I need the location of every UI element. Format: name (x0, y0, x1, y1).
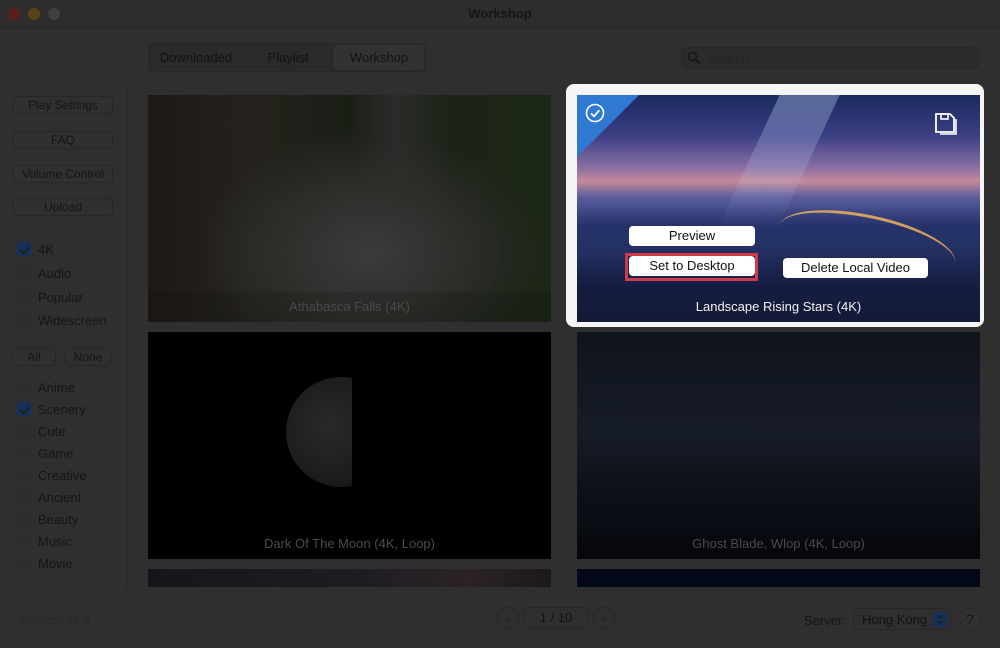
server-label: Server: (804, 613, 846, 628)
category-label: Game (38, 445, 74, 461)
version-label: Version: 15.6 (20, 613, 91, 627)
checkbox-icon (17, 490, 31, 504)
checkbox-icon (17, 556, 31, 570)
page-indicator[interactable]: 1 / 10 (524, 607, 588, 629)
upload-button[interactable]: Upload (13, 198, 113, 216)
tab-downloaded[interactable]: Downloaded (149, 44, 243, 71)
filter-4k-label: 4K (38, 241, 54, 257)
preview-button[interactable]: Preview (629, 226, 755, 246)
category-cute-checkbox[interactable]: Cute (17, 423, 65, 439)
delete-local-video-button[interactable]: Delete Local Video (783, 258, 928, 278)
filter-popular-label: Popular (38, 289, 83, 305)
checkbox-icon (17, 512, 31, 526)
wallpaper-title: Landscape Rising Stars (4K) (577, 292, 980, 322)
category-scenery-checkbox[interactable]: Scenery (17, 401, 86, 417)
filter-widescreen-checkbox[interactable]: Widescreen (17, 312, 107, 328)
checkbox-icon (17, 313, 31, 327)
search-placeholder: Search (708, 51, 750, 66)
select-none-button[interactable]: None (65, 348, 111, 366)
thumbnail-image (286, 377, 352, 487)
previous-page-button[interactable]: « (497, 607, 519, 629)
checkbox-checked-icon (17, 242, 31, 256)
checkbox-icon (17, 266, 31, 280)
server-select[interactable]: Hong Kong (853, 608, 951, 630)
volume-control-button[interactable]: Volume Control (13, 165, 113, 183)
double-chevron-left-icon: « (504, 610, 512, 626)
category-movie-checkbox[interactable]: Movie (17, 555, 73, 571)
checkbox-checked-icon (17, 402, 31, 416)
filter-widescreen-label: Widescreen (38, 312, 107, 328)
wallpaper-card-selected[interactable]: Preview Set to Desktop Delete Local Vide… (577, 95, 980, 322)
double-chevron-right-icon: » (600, 610, 608, 626)
faq-button[interactable]: FAQ (13, 131, 113, 149)
select-all-button[interactable]: All (12, 348, 56, 366)
checkbox-icon (17, 468, 31, 482)
category-game-checkbox[interactable]: Game (17, 445, 73, 461)
category-label: Movie (38, 555, 73, 571)
next-page-button[interactable]: » (593, 607, 615, 629)
filter-audio-checkbox[interactable]: Audio (17, 265, 71, 281)
wallpaper-card-partial[interactable] (577, 569, 980, 587)
sidebar: Play Settings FAQ Volume Control Upload … (0, 86, 128, 591)
wallpaper-card[interactable]: Ghost Blade, Wlop (4K, Loop) (577, 332, 980, 559)
set-to-desktop-button[interactable]: Set to Desktop (629, 256, 755, 276)
category-label: Beauty (38, 511, 79, 527)
save-local-icon[interactable] (934, 111, 960, 137)
tab-workshop[interactable]: Workshop (333, 44, 425, 71)
checkbox-icon (17, 290, 31, 304)
category-ancient-checkbox[interactable]: Ancient (17, 489, 81, 505)
category-label: Scenery (38, 401, 86, 417)
filter-popular-checkbox[interactable]: Popular (17, 289, 83, 305)
tab-playlist[interactable]: Playlist (243, 44, 333, 71)
filter-audio-label: Audio (38, 265, 72, 281)
checkmark-circle-icon (585, 103, 605, 123)
checkbox-icon (17, 446, 31, 460)
updown-chevron-icon (933, 612, 947, 627)
category-label: Cute (38, 423, 66, 439)
search-icon (687, 51, 701, 65)
category-label: Anime (38, 379, 75, 395)
category-label: Music (38, 533, 72, 549)
category-label: Ancient (38, 489, 82, 505)
wallpaper-title: Dark Of The Moon (4K, Loop) (148, 529, 551, 559)
category-music-checkbox[interactable]: Music (17, 533, 72, 549)
checkbox-icon (17, 424, 31, 438)
checkbox-icon (17, 534, 31, 548)
server-value: Hong Kong (862, 612, 928, 627)
wallpaper-card[interactable]: Dark Of The Moon (4K, Loop) (148, 332, 551, 559)
window-title: Workshop (468, 6, 532, 21)
play-settings-button[interactable]: Play Settings (13, 96, 113, 114)
wallpaper-card[interactable]: Athabasca Falls (4K) (148, 95, 551, 322)
category-label: Creative (38, 467, 87, 483)
wallpaper-title: Athabasca Falls (4K) (148, 292, 551, 322)
view-tabs: Downloaded Playlist Workshop (148, 43, 426, 72)
category-creative-checkbox[interactable]: Creative (17, 467, 86, 483)
title-bar: Workshop (0, 0, 1000, 28)
checkbox-icon (17, 380, 31, 394)
wallpaper-card-partial[interactable] (148, 569, 551, 587)
category-beauty-checkbox[interactable]: Beauty (17, 511, 78, 527)
help-button[interactable]: ? (959, 608, 981, 630)
app-window: Workshop Downloaded Playlist Workshop Se… (0, 0, 1000, 648)
filter-4k-checkbox[interactable]: 4K (17, 241, 54, 257)
category-anime-checkbox[interactable]: Anime (17, 379, 75, 395)
search-input[interactable]: Search (681, 47, 979, 69)
wallpaper-title: Ghost Blade, Wlop (4K, Loop) (577, 529, 980, 559)
